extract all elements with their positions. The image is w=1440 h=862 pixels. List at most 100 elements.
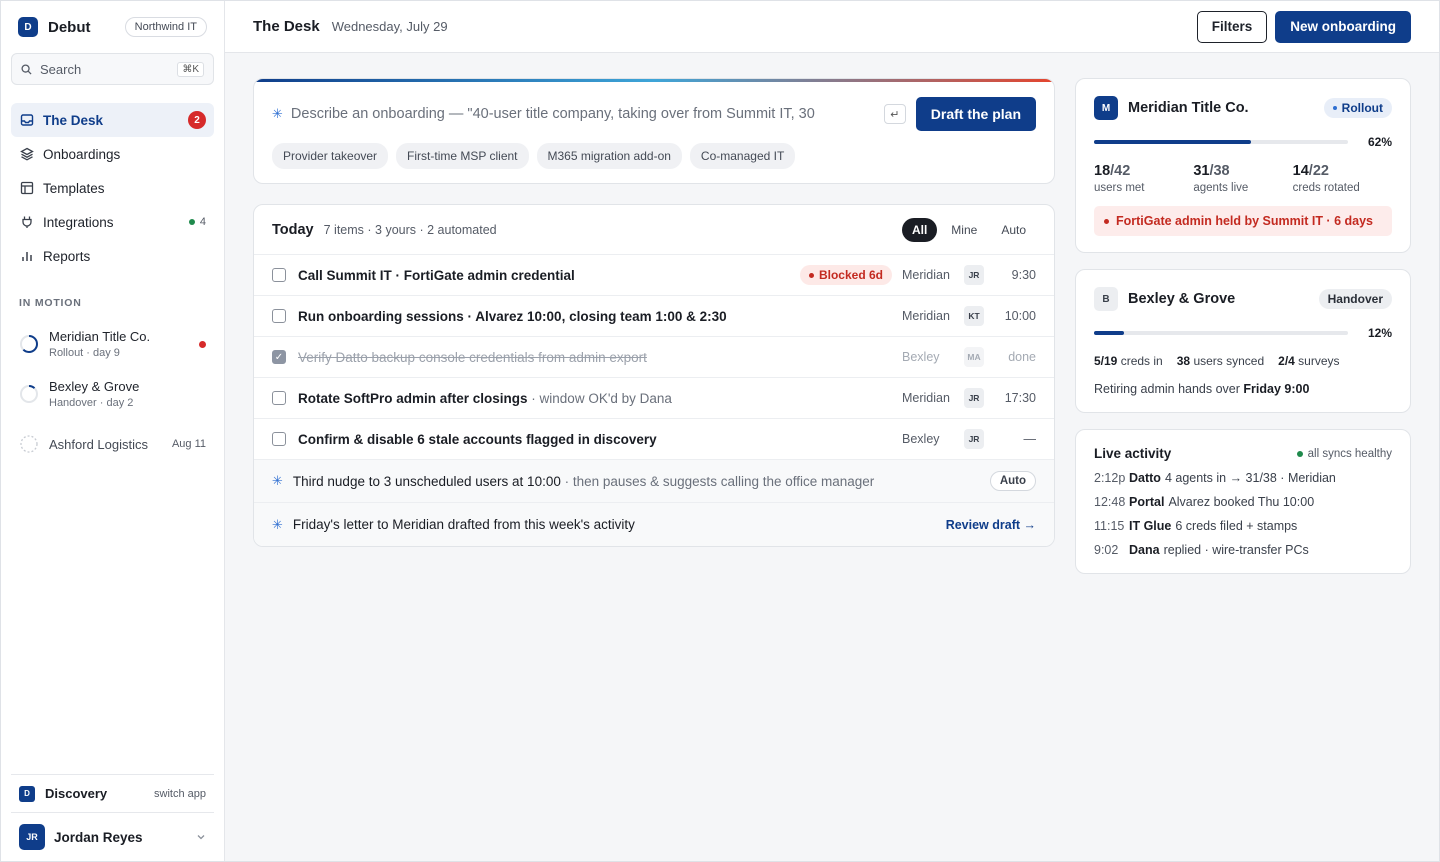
health-dot	[1296, 450, 1303, 457]
nav-item-templates[interactable]: Templates	[11, 171, 214, 205]
main-area: The Desk Wednesday, July 29 Filters New …	[225, 1, 1439, 861]
filter-all[interactable]: All	[901, 217, 938, 242]
sparkle-icon: ✳	[272, 516, 283, 532]
activity-item[interactable]: 2:12p Datto 4 agents in → 31/38 · Meridian	[1094, 471, 1392, 485]
motion-item-bexley[interactable]: Bexley & Grove Handover · day 2	[11, 369, 214, 419]
stat-total: /22	[1308, 163, 1329, 179]
task-checkbox[interactable]	[272, 391, 286, 405]
motion-item-meridian[interactable]: Meridian Title Co. Rollout · day 9	[11, 319, 214, 369]
nav-item-onboardings[interactable]: Onboardings	[11, 137, 214, 171]
task-checkbox[interactable]	[272, 432, 286, 446]
onboarding-card-bexley[interactable]: B Bexley & Grove Handover 12% 5/19 creds…	[1075, 269, 1411, 413]
sidebar-footer: D Discovery switch app JR Jordan Reyes	[11, 774, 214, 861]
stat-value: 31	[1193, 163, 1210, 179]
task-client: Meridian	[902, 268, 950, 282]
draft-plan-button[interactable]: Draft the plan	[915, 97, 1036, 131]
stat-value: 2/4	[1278, 354, 1295, 368]
brand-name: Debut	[48, 18, 91, 36]
new-onboarding-button[interactable]: New onboarding	[1275, 10, 1411, 43]
onboarding-card-meridian[interactable]: M Meridian Title Co. Rollout 62% 18/42 us…	[1075, 78, 1411, 253]
activity-item[interactable]: 11:15 IT Glue 6 creds filed + stamps	[1094, 519, 1392, 533]
task-client: Meridian	[902, 391, 950, 405]
note-time: Friday 9:00	[1243, 382, 1310, 396]
alert-dot	[199, 340, 206, 348]
filter-auto[interactable]: Auto	[991, 218, 1036, 242]
motion-name: Ashford Logistics	[49, 436, 148, 452]
task-title: Verify Datto backup console credentials …	[298, 349, 647, 365]
phase-badge: Handover	[1318, 289, 1392, 309]
today-panel: Today 7 items · 3 yours · 2 automated Al…	[253, 204, 1055, 547]
task-row-done[interactable]: ✓ Verify Datto backup console credential…	[254, 337, 1054, 378]
layers-icon	[19, 146, 35, 162]
blocker-alert[interactable]: FortiGate admin held by Summit IT · 6 da…	[1094, 206, 1392, 236]
filter-mine[interactable]: Mine	[941, 218, 987, 242]
chip-provider-takeover[interactable]: Provider takeover	[272, 143, 389, 169]
live-activity-header: Live activity all syncs healthy	[1094, 446, 1392, 461]
activity-time: 9:02	[1094, 543, 1119, 557]
automation-note: · then pauses & suggests calling the off…	[560, 473, 875, 489]
user-menu[interactable]: JR Jordan Reyes	[11, 813, 214, 861]
search-input[interactable]: Search ⌘K	[11, 53, 214, 85]
note-text: Retiring admin hands over	[1094, 382, 1244, 396]
automation-row[interactable]: ✳ Friday's letter to Meridian drafted fr…	[254, 503, 1054, 546]
task-row[interactable]: Run onboarding sessions · Alvarez 10:00,…	[254, 296, 1054, 337]
stat-label: creds rotated	[1292, 182, 1360, 194]
chip-co-managed[interactable]: Co-managed IT	[689, 143, 796, 169]
composer-input[interactable]: Describe an onboarding — "40-user title …	[291, 106, 874, 122]
status-dot	[188, 219, 195, 225]
motion-item-ashford[interactable]: Ashford Logistics Aug 11	[11, 419, 214, 469]
task-time: 9:30	[1011, 268, 1036, 282]
company-name: Bexley & Grove	[1128, 291, 1236, 307]
progress-percent: 12%	[1367, 326, 1392, 340]
task-row[interactable]: Confirm & disable 6 stale accounts flagg…	[254, 419, 1054, 460]
motion-text: Ashford Logistics	[49, 437, 172, 452]
stat-label: users synced	[1193, 354, 1265, 368]
sync-health-label: all syncs healthy	[1307, 447, 1392, 460]
task-row[interactable]: Call Summit IT · FortiGate admin credent…	[254, 255, 1054, 296]
task-checkbox[interactable]	[272, 309, 286, 323]
assignee-avatar: JR	[964, 388, 984, 408]
stat-total: /42	[1110, 163, 1131, 179]
automation-row[interactable]: ✳ Third nudge to 3 unscheduled users at …	[254, 460, 1054, 503]
chip-m365-migration[interactable]: M365 migration add-on	[536, 143, 682, 169]
card-header: M Meridian Title Co. Rollout	[1094, 95, 1392, 121]
task-client: Bexley	[902, 432, 940, 446]
org-switcher[interactable]: Northwind IT	[124, 17, 207, 37]
activity-item[interactable]: 9:02 Dana replied · wire-transfer PCs	[1094, 543, 1392, 557]
stat-creds-in: 5/19 creds in	[1094, 354, 1163, 368]
task-row[interactable]: Rotate SoftPro admin after closings · wi…	[254, 378, 1054, 419]
task-time: 10:00	[1004, 309, 1036, 323]
stat-value: 38	[1176, 354, 1191, 368]
inbox-icon	[19, 112, 35, 128]
motion-name: Meridian Title Co.	[49, 329, 151, 344]
activity-text: 4 agents in → 31/38 · Meridian	[1164, 471, 1336, 485]
sidebar: D Debut Northwind IT Search ⌘K The Desk …	[1, 1, 225, 861]
switch-app-link[interactable]: switch app	[154, 788, 206, 800]
avatar: JR	[19, 824, 45, 850]
assignee-avatar: JR	[964, 265, 984, 285]
template-icon	[19, 180, 35, 196]
nav-item-integrations[interactable]: Integrations 4	[11, 205, 214, 239]
today-summary: 7 items · 3 yours · 2 automated	[323, 222, 497, 237]
stat-value: 5/19	[1094, 354, 1118, 368]
chip-first-time-msp[interactable]: First-time MSP client	[396, 143, 529, 169]
phase-dot	[1332, 106, 1337, 110]
stat-agents-live: 31/38 agents live	[1193, 163, 1292, 194]
task-time: 17:30	[1004, 391, 1036, 405]
brand-bar: D Debut Northwind IT	[11, 1, 214, 53]
composer-row: ✳ Describe an onboarding — "40-user titl…	[272, 97, 1036, 131]
switch-app-discovery[interactable]: D Discovery switch app	[11, 775, 214, 813]
stats-row: 5/19 creds in 38 users synced 2/4 survey…	[1094, 354, 1392, 368]
filters-button[interactable]: Filters	[1196, 10, 1268, 43]
stat-value: 14	[1292, 163, 1309, 179]
stat-label: users met	[1094, 182, 1145, 194]
search-shortcut: ⌘K	[177, 61, 204, 77]
review-draft-link[interactable]: Review draft →	[946, 518, 1036, 532]
in-motion-heading: IN MOTION	[19, 297, 82, 309]
nav-item-the-desk[interactable]: The Desk 2	[11, 103, 214, 137]
task-title: Confirm & disable 6 stale accounts flagg…	[298, 431, 657, 447]
task-checkbox-checked[interactable]: ✓	[272, 350, 286, 364]
activity-item[interactable]: 12:48 Portal Alvarez booked Thu 10:00	[1094, 495, 1392, 509]
nav-item-reports[interactable]: Reports	[11, 239, 214, 273]
task-checkbox[interactable]	[272, 268, 286, 282]
